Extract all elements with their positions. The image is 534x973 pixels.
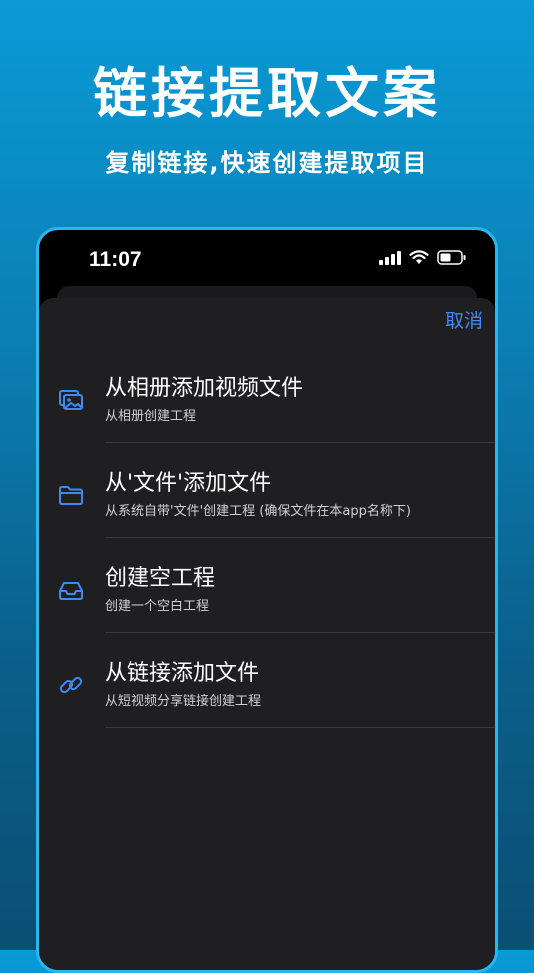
option-add-from-files[interactable]: 从'文件'添加文件 从系统自带'文件'创建工程 (确保文件在本app名称下)	[39, 443, 495, 538]
status-time: 11:07	[89, 248, 142, 271]
wifi-icon	[409, 250, 429, 264]
option-title: 创建空工程	[105, 566, 216, 591]
option-subtitle: 从相册创建工程	[105, 409, 197, 424]
phone-frame: 11:07 取消 从相册添加视频文件 从相册创建工程 从'文件'添加文件 从系统…	[36, 227, 498, 973]
option-subtitle: 从系统自带'文件'创建工程 (确保文件在本app名称下)	[105, 504, 411, 519]
option-subtitle: 创建一个空白工程	[105, 599, 210, 614]
option-subtitle: 从短视频分享链接创建工程	[105, 694, 262, 709]
option-title: 从相册添加视频文件	[105, 376, 304, 401]
option-create-empty-project[interactable]: 创建空工程 创建一个空白工程	[39, 538, 495, 633]
link-icon	[59, 676, 83, 694]
tray-icon	[59, 582, 83, 600]
status-bar: 11:07	[39, 230, 495, 290]
promo-headline: 链接提取文案	[93, 62, 441, 125]
action-sheet: 取消 从相册添加视频文件 从相册创建工程 从'文件'添加文件 从系统自带'文件'…	[39, 298, 495, 970]
status-icons	[379, 250, 467, 265]
divider	[105, 727, 495, 728]
folder-icon	[59, 486, 83, 505]
option-title: 从'文件'添加文件	[105, 471, 272, 496]
battery-icon	[437, 250, 466, 265]
option-title: 从链接添加文件	[105, 661, 260, 686]
cellular-signal-icon	[379, 250, 401, 265]
cancel-button[interactable]: 取消	[445, 306, 483, 333]
promo-subtitle: 复制链接,快速创建提取项目	[105, 149, 429, 177]
option-add-from-album[interactable]: 从相册添加视频文件 从相册创建工程	[39, 348, 495, 443]
photo-album-icon	[59, 390, 83, 410]
option-add-from-link[interactable]: 从链接添加文件 从短视频分享链接创建工程	[39, 633, 495, 728]
